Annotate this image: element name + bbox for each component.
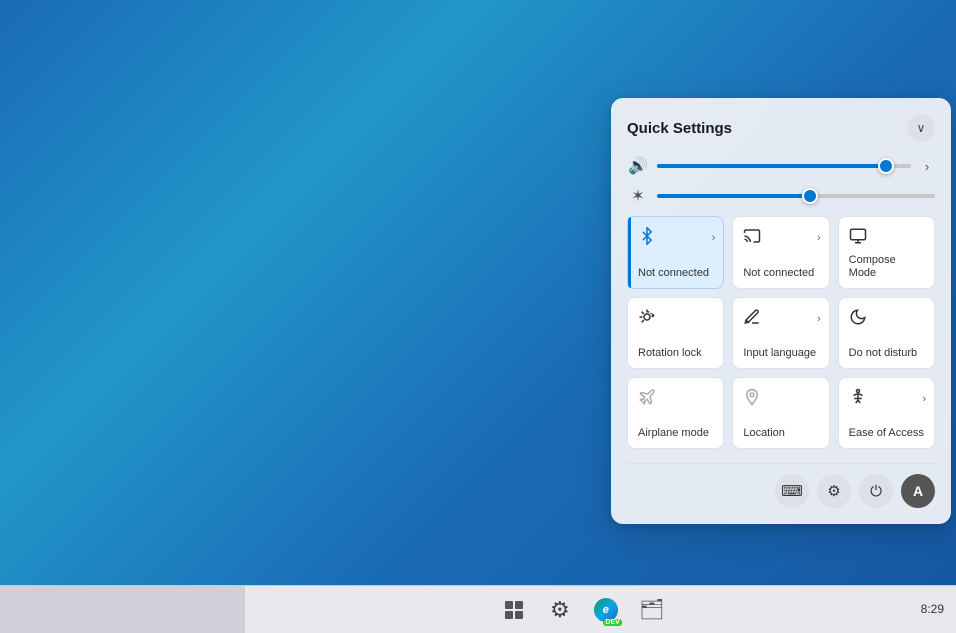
system-clock[interactable]: 8:29 bbox=[921, 601, 944, 618]
compose-label: Compose Mode bbox=[849, 254, 926, 280]
volume-fill bbox=[657, 164, 886, 168]
active-bar bbox=[628, 217, 631, 288]
dnd-tile[interactable]: Do not disturb bbox=[838, 297, 935, 369]
input-language-icon bbox=[743, 308, 761, 329]
quick-settings-bottom-bar: ⌨ ⚙ ⏻ A bbox=[627, 463, 935, 508]
bluetooth-label: Not connected bbox=[638, 267, 715, 280]
airplane-icon bbox=[638, 388, 656, 409]
tile-top bbox=[849, 308, 926, 329]
bluetooth-tile[interactable]: › Not connected bbox=[627, 216, 724, 289]
taskbar-edge-button[interactable]: e DEV bbox=[588, 592, 624, 628]
input-language-tile[interactable]: › Input language bbox=[732, 297, 829, 369]
tile-top: › bbox=[743, 308, 820, 329]
account-avatar[interactable]: A bbox=[901, 474, 935, 508]
cast-icon bbox=[743, 227, 761, 248]
location-icon bbox=[743, 388, 761, 409]
taskbar-file-explorer-button[interactable]: 🗂 bbox=[634, 592, 670, 628]
chevron-icon: › bbox=[817, 313, 821, 325]
clock-time: 8:29 bbox=[921, 601, 944, 618]
quick-settings-title: Quick Settings bbox=[627, 120, 732, 137]
ease-of-access-tile[interactable]: › Ease of Access bbox=[838, 377, 935, 449]
airplane-label: Airplane mode bbox=[638, 427, 715, 440]
file-explorer-icon: 🗂 bbox=[639, 597, 664, 622]
cast-tile[interactable]: › Not connected bbox=[732, 216, 829, 289]
chevron-icon: › bbox=[712, 232, 716, 244]
brightness-icon: ✶ bbox=[627, 186, 649, 206]
dnd-label: Do not disturb bbox=[849, 347, 926, 360]
cast-label: Not connected bbox=[743, 267, 820, 280]
tile-top: › bbox=[849, 388, 926, 409]
volume-slider-row: 🔊 › bbox=[627, 156, 935, 176]
rotation-label: Rotation lock bbox=[638, 347, 715, 360]
rotation-icon bbox=[638, 308, 656, 329]
bluetooth-icon bbox=[638, 227, 656, 248]
location-label: Location bbox=[743, 427, 820, 440]
tile-top bbox=[849, 227, 926, 248]
airplane-tile[interactable]: Airplane mode bbox=[627, 377, 724, 449]
volume-slider[interactable] bbox=[657, 164, 911, 168]
settings-button[interactable]: ⚙ bbox=[817, 474, 851, 508]
taskbar-left-area bbox=[0, 586, 245, 633]
chevron-icon: › bbox=[817, 232, 821, 244]
location-tile[interactable]: Location bbox=[732, 377, 829, 449]
volume-icon: 🔊 bbox=[627, 156, 649, 176]
brightness-thumb[interactable] bbox=[802, 188, 818, 204]
power-icon: ⏻ bbox=[870, 483, 882, 500]
compose-icon bbox=[849, 227, 867, 248]
chevron-icon: › bbox=[922, 393, 926, 405]
ease-access-icon bbox=[849, 388, 867, 409]
quick-settings-header: Quick Settings ∨ bbox=[627, 114, 935, 142]
tile-top bbox=[638, 308, 715, 329]
rotation-tile[interactable]: Rotation lock bbox=[627, 297, 724, 369]
ease-access-label: Ease of Access bbox=[849, 427, 926, 440]
brightness-slider-row: ✶ bbox=[627, 186, 935, 206]
tile-top: › bbox=[743, 227, 820, 248]
brightness-slider[interactable] bbox=[657, 194, 935, 198]
edge-dev-icon: e DEV bbox=[594, 598, 618, 622]
settings-gear-icon: ⚙ bbox=[550, 597, 570, 623]
brightness-fill bbox=[657, 194, 810, 198]
input-language-label: Input language bbox=[743, 347, 820, 360]
taskbar-center: ⚙ e DEV 🗂 bbox=[245, 592, 921, 628]
compose-tile[interactable]: Compose Mode bbox=[838, 216, 935, 289]
taskbar: ⚙ e DEV 🗂 8:29 bbox=[0, 585, 956, 633]
dnd-icon bbox=[849, 308, 867, 329]
volume-arrow[interactable]: › bbox=[919, 159, 935, 174]
tile-top bbox=[638, 388, 715, 409]
taskbar-right: 8:29 bbox=[921, 601, 956, 618]
keyboard-button[interactable]: ⌨ bbox=[775, 474, 809, 508]
quick-settings-grid: › Not connected › Not connected bbox=[627, 216, 935, 449]
quick-settings-panel: Quick Settings ∨ 🔊 › ✶ bbox=[611, 98, 951, 524]
power-button[interactable]: ⏻ bbox=[859, 474, 893, 508]
taskbar-settings-button[interactable]: ⚙ bbox=[542, 592, 578, 628]
tile-top: › bbox=[638, 227, 715, 248]
volume-thumb[interactable] bbox=[878, 158, 894, 174]
windows-logo-icon bbox=[505, 601, 523, 619]
tile-top bbox=[743, 388, 820, 409]
dev-badge: DEV bbox=[603, 619, 621, 626]
quick-settings-collapse-button[interactable]: ∨ bbox=[907, 114, 935, 142]
chevron-down-icon: ∨ bbox=[917, 121, 926, 135]
start-button[interactable] bbox=[496, 592, 532, 628]
desktop: Quick Settings ∨ 🔊 › ✶ bbox=[0, 0, 956, 633]
gear-icon: ⚙ bbox=[827, 482, 840, 500]
keyboard-icon: ⌨ bbox=[781, 482, 803, 500]
